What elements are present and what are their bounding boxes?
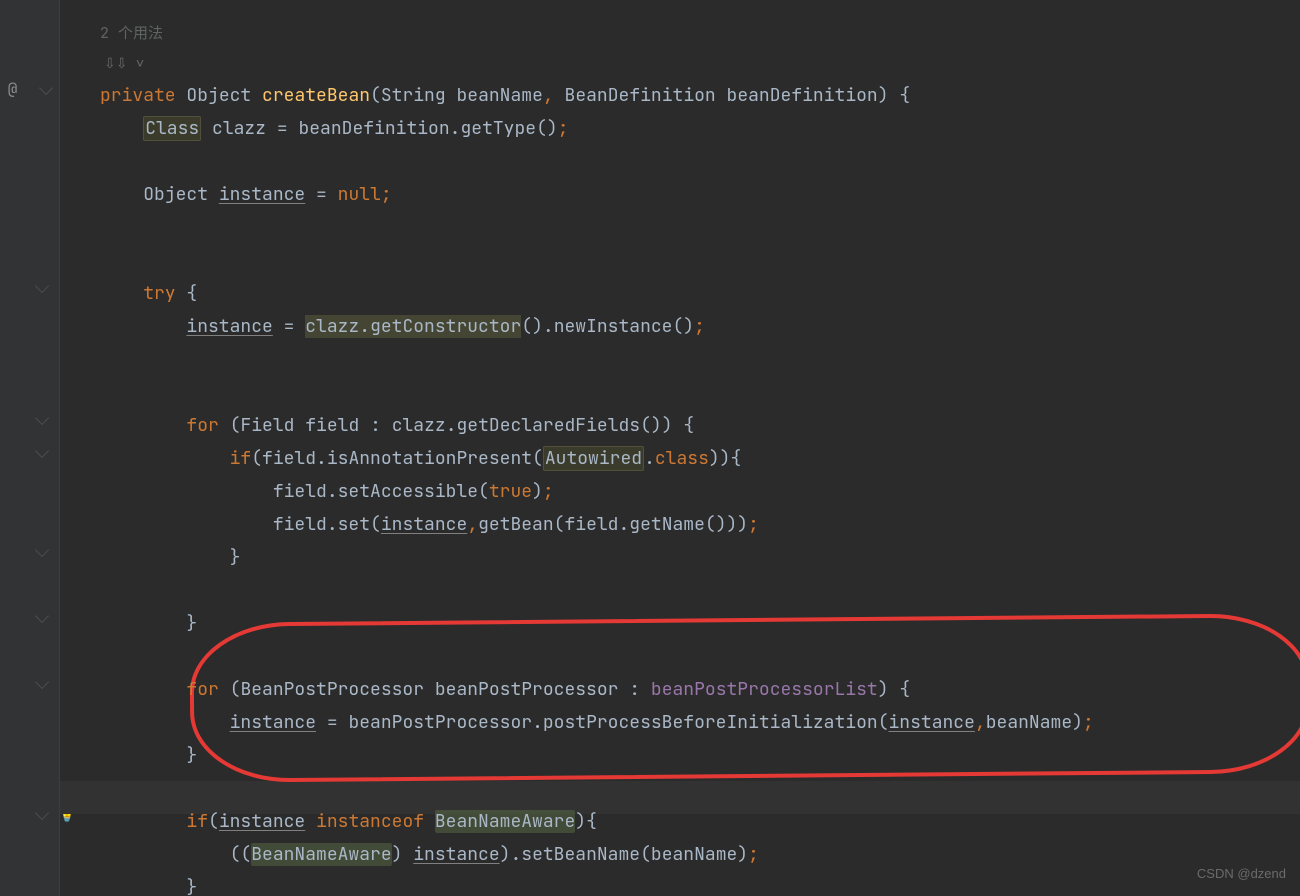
code-line [100, 376, 1300, 409]
code-line: instance = beanPostProcessor.postProcess… [100, 706, 1300, 739]
code-line: instance = clazz.getConstructor().newIns… [100, 310, 1300, 343]
fold-marker-icon[interactable] [34, 444, 48, 458]
editor-gutter: @ 💡 [0, 0, 60, 896]
code-line: Object instance = null; [100, 178, 1300, 211]
fold-marker-icon[interactable] [34, 279, 48, 293]
code-line [100, 244, 1300, 277]
code-line: for (Field field : clazz.getDeclaredFiel… [100, 409, 1300, 442]
code-line: } [100, 607, 1300, 640]
usages-hint[interactable]: 2 个用法 [100, 20, 1300, 46]
code-editor[interactable]: 2 个用法 ⇩⇩ ˅ private Object createBean(Str… [60, 0, 1300, 896]
fold-marker-icon[interactable] [34, 411, 48, 425]
code-line: } [100, 871, 1300, 896]
fold-marker-icon[interactable] [34, 609, 48, 623]
code-line: if(instance instanceof BeanNameAware){ [100, 805, 1300, 838]
code-line [100, 145, 1300, 178]
fold-marker-icon[interactable] [34, 806, 48, 820]
annotation-icon: @ [8, 72, 18, 105]
code-line [100, 574, 1300, 607]
code-line [100, 640, 1300, 673]
code-line: try { [100, 277, 1300, 310]
override-indicator-icon[interactable]: ⇩⇩ ˅ [100, 51, 144, 77]
code-line: if(field.isAnnotationPresent(Autowired.c… [100, 442, 1300, 475]
code-line: } [100, 541, 1300, 574]
code-line: for (BeanPostProcessor beanPostProcessor… [100, 673, 1300, 706]
code-line: field.setAccessible(true); [100, 475, 1300, 508]
fold-marker-icon[interactable] [39, 81, 53, 95]
code-line [100, 343, 1300, 376]
code-line: Class clazz = beanDefinition.getType(); [100, 112, 1300, 145]
code-line: } [100, 739, 1300, 772]
code-line [100, 211, 1300, 244]
fold-marker-icon[interactable] [34, 543, 48, 557]
fold-marker-icon[interactable] [34, 675, 48, 689]
code-line: private Object createBean(String beanNam… [100, 79, 1300, 112]
code-line: field.set(instance,getBean(field.getName… [100, 508, 1300, 541]
code-line: ((BeanNameAware) instance).setBeanName(b… [100, 838, 1300, 871]
